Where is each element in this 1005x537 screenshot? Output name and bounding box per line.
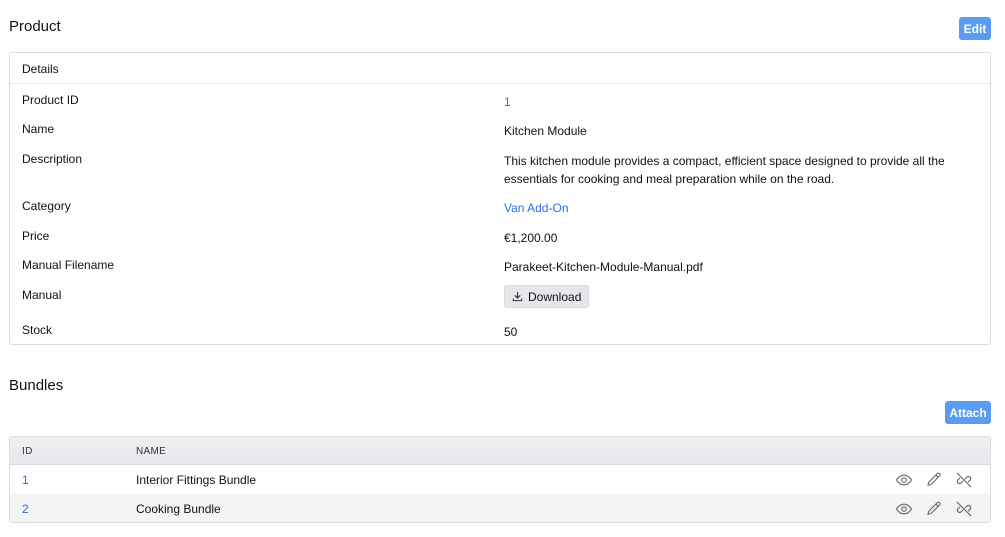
manual-filename-label: Manual Filename	[22, 258, 115, 272]
column-header-name[interactable]: NAME	[136, 446, 166, 457]
manual-value: Download	[504, 285, 974, 308]
edit-row-button[interactable]	[924, 499, 944, 519]
product-title: Product	[9, 18, 61, 35]
stock-value: 50	[504, 325, 518, 339]
details-card: Details Product ID 1 Name Kitchen Module…	[9, 52, 991, 345]
download-button[interactable]: Download	[504, 285, 590, 308]
manual-filename-value: Parakeet-Kitchen-Module-Manual.pdf	[504, 260, 703, 274]
bundle-name: Cooking Bundle	[136, 502, 221, 516]
row-actions	[894, 470, 974, 490]
bundles-title: Bundles	[9, 377, 64, 394]
bundle-id-link[interactable]: 2	[22, 502, 29, 516]
edit-button[interactable]: Edit	[959, 17, 991, 40]
attach-button[interactable]: Attach	[945, 401, 991, 424]
detach-button[interactable]	[954, 470, 974, 490]
description-value: This kitchen module provides a compact, …	[504, 154, 945, 186]
download-icon	[512, 291, 523, 302]
pencil-icon	[927, 472, 941, 486]
price-label: Price	[22, 229, 50, 243]
name-value: Kitchen Module	[504, 124, 587, 138]
row-actions	[894, 499, 974, 519]
unlink-icon	[956, 472, 972, 488]
column-header-id[interactable]: ID	[22, 446, 33, 457]
table-header: ID NAME	[10, 437, 990, 465]
table-row: 2 Cooking Bundle	[10, 494, 990, 522]
eye-icon	[895, 474, 913, 486]
product-id-label: Product ID	[22, 93, 79, 107]
eye-icon	[895, 503, 913, 515]
description-label: Description	[22, 152, 83, 166]
category-label: Category	[22, 199, 71, 213]
download-label: Download	[528, 289, 582, 304]
manual-label: Manual	[22, 288, 62, 302]
details-card-header: Details	[10, 53, 990, 84]
price-value: €1,200.00	[504, 231, 558, 245]
category-link[interactable]: Van Add-On	[504, 199, 974, 217]
bundle-name: Interior Fittings Bundle	[136, 473, 257, 487]
name-label: Name	[22, 122, 55, 136]
table-row: 1 Interior Fittings Bundle	[10, 465, 990, 494]
bundle-id-link[interactable]: 1	[22, 473, 29, 487]
edit-row-button[interactable]	[924, 470, 944, 490]
view-button[interactable]	[894, 470, 914, 490]
page: Product Edit Details Product ID 1 Name K…	[0, 0, 1005, 537]
product-id-link[interactable]: 1	[504, 93, 974, 111]
bundles-table: ID NAME 1 Interior Fittings Bundle 2 Coo…	[9, 436, 991, 523]
view-button[interactable]	[894, 499, 914, 519]
unlink-icon	[956, 501, 972, 517]
pencil-icon	[927, 501, 941, 515]
detach-button[interactable]	[954, 499, 974, 519]
stock-label: Stock	[22, 323, 53, 337]
